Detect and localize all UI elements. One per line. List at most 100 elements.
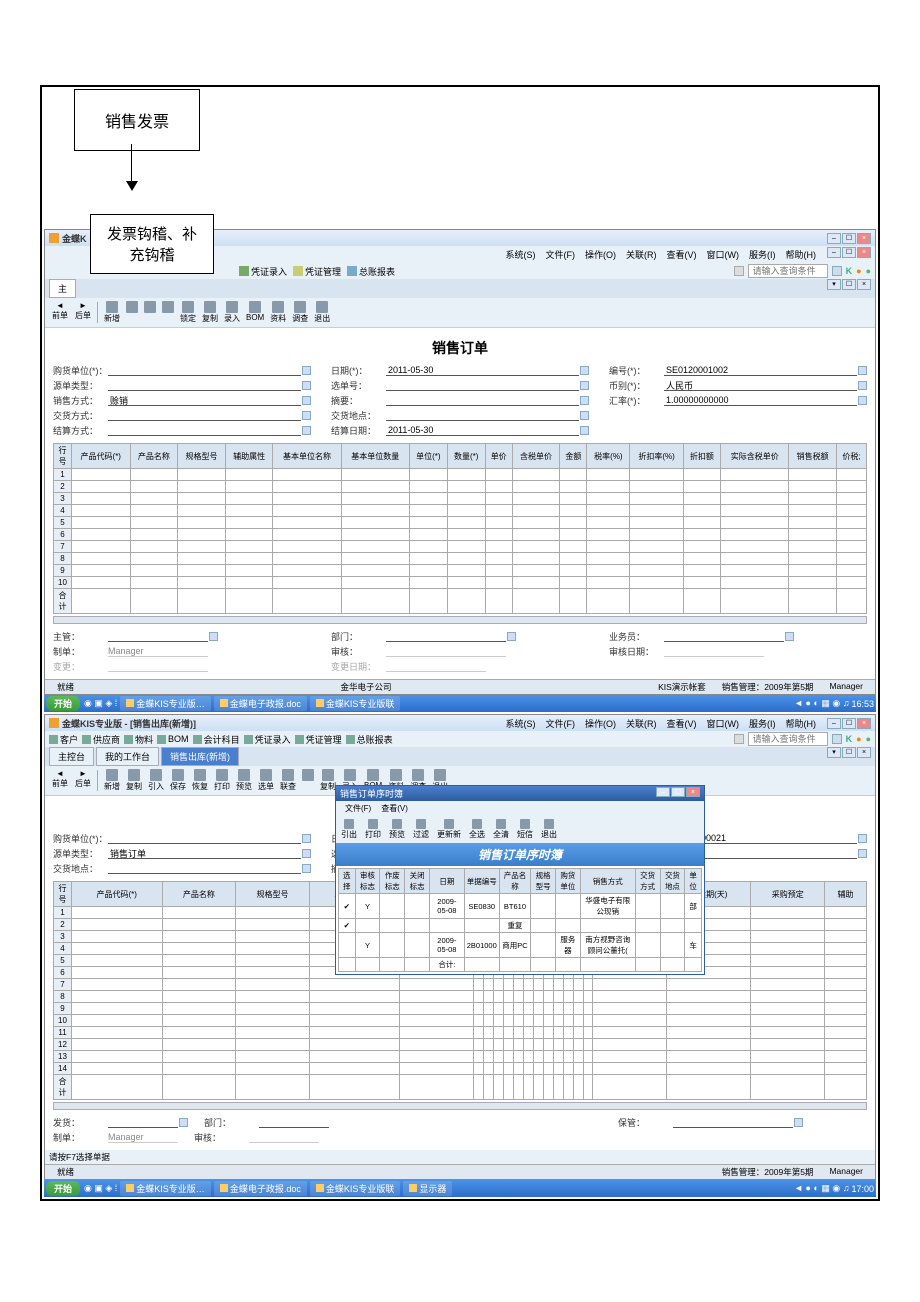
mdi-close[interactable]: × <box>857 247 871 258</box>
form-field[interactable] <box>108 848 301 859</box>
grid-row[interactable]: 7 <box>54 979 867 991</box>
grid-row[interactable]: 13 <box>54 1051 867 1063</box>
toolbar-button[interactable]: 联查 <box>277 768 299 793</box>
form-field[interactable] <box>386 380 579 391</box>
modal-tool-button[interactable]: 短信 <box>514 818 536 841</box>
grid-row[interactable]: 合计 <box>54 1075 867 1100</box>
modal-tool-button[interactable]: 更新新 <box>434 818 464 841</box>
modal-row[interactable]: ✔Y2009-05-08SE0830BT610华盛电子有限公现销部 <box>339 894 702 919</box>
grid-row[interactable]: 7 <box>54 541 867 553</box>
dropdown-button[interactable] <box>858 834 867 843</box>
form-field[interactable] <box>108 863 301 874</box>
menu-item[interactable]: 系统(S) <box>501 716 541 731</box>
modal-row[interactable]: 合计: <box>339 958 702 972</box>
search-input[interactable] <box>748 732 828 746</box>
dropdown-button[interactable] <box>580 426 589 435</box>
column-header[interactable]: 行号 <box>54 444 72 469</box>
grid-row[interactable]: 11 <box>54 1027 867 1039</box>
grid-row[interactable]: 1 <box>54 469 867 481</box>
menu-item[interactable]: 帮助(H) <box>781 247 822 262</box>
menu-item[interactable]: 系统(S) <box>501 247 541 262</box>
nav-item[interactable]: 物料 <box>124 733 153 746</box>
menu-item[interactable]: 关联(R) <box>621 247 662 262</box>
toolbar-button[interactable]: 预览 <box>233 768 255 793</box>
tab-main[interactable]: 主 <box>49 279 76 298</box>
toolbar-button[interactable]: BOM <box>243 300 267 325</box>
toolbar-button[interactable]: 打印 <box>211 768 233 793</box>
column-header[interactable]: 折扣额 <box>683 444 720 469</box>
modal-row[interactable]: ✔重复 <box>339 919 702 933</box>
menu-item[interactable]: 帮助(H) <box>781 716 822 731</box>
grid-row[interactable]: 10 <box>54 1015 867 1027</box>
toolbar-button[interactable]: 退出 <box>311 300 333 325</box>
menu-item[interactable]: 服务(I) <box>744 247 781 262</box>
column-header[interactable]: 折扣率(%) <box>630 444 683 469</box>
toolbar-button[interactable] <box>141 300 159 325</box>
form-field[interactable] <box>664 395 857 406</box>
grid-row[interactable]: 6 <box>54 529 867 541</box>
modal-tool-button[interactable]: 过滤 <box>410 818 432 841</box>
h-scrollbar[interactable] <box>53 616 867 624</box>
grid-row[interactable]: 9 <box>54 565 867 577</box>
nav-item[interactable]: 总账报表 <box>346 733 393 746</box>
column-header[interactable]: 辅助属性 <box>225 444 273 469</box>
grid-row[interactable]: 合计 <box>54 589 867 614</box>
grid-row[interactable]: 12 <box>54 1039 867 1051</box>
modal-column-header[interactable]: 购货单位 <box>555 869 580 894</box>
grid-row[interactable]: 8 <box>54 991 867 1003</box>
dropdown-button[interactable] <box>302 411 311 420</box>
start-button[interactable]: 开始 <box>46 1181 80 1196</box>
toolbar-button[interactable]: 锁定 <box>177 300 199 325</box>
dropdown-button[interactable] <box>302 864 311 873</box>
column-header[interactable]: 基本单位数量 <box>341 444 409 469</box>
column-header[interactable]: 单价 <box>485 444 512 469</box>
dropdown-button[interactable] <box>580 411 589 420</box>
column-header[interactable]: 销售税额 <box>789 444 837 469</box>
column-header[interactable]: 行号 <box>54 882 72 907</box>
menu-item[interactable]: 窗口(W) <box>702 716 745 731</box>
grid-row[interactable]: 10 <box>54 577 867 589</box>
column-header[interactable]: 规格型号 <box>178 444 226 469</box>
taskbar-item[interactable]: 金蝶电子政报.doc <box>214 1181 307 1196</box>
dropdown-button[interactable] <box>858 381 867 390</box>
nav-next-button[interactable]: ►后单 <box>72 300 94 325</box>
grid-row[interactable]: 4 <box>54 505 867 517</box>
column-header[interactable]: 实际含税单价 <box>721 444 789 469</box>
menu-item[interactable]: 窗口(W) <box>702 247 745 262</box>
modal-tool-button[interactable]: 打印 <box>362 818 384 841</box>
dropdown-button[interactable] <box>858 849 867 858</box>
modal-column-header[interactable]: 关闭标志 <box>405 869 430 894</box>
search-button[interactable] <box>832 734 842 744</box>
form-field[interactable] <box>386 365 579 376</box>
toolbar-button[interactable]: 资料 <box>267 300 289 325</box>
nav-item[interactable]: BOM <box>157 734 189 744</box>
modal-column-header[interactable]: 交货地点 <box>660 869 685 894</box>
modal-column-header[interactable]: 单位 <box>685 869 702 894</box>
search-input[interactable] <box>748 264 828 278</box>
toolbar-button[interactable]: 引入 <box>145 768 167 793</box>
dropdown-button[interactable] <box>858 396 867 405</box>
form-field[interactable] <box>664 380 857 391</box>
dropdown-button[interactable] <box>302 426 311 435</box>
column-header[interactable]: 产品代码(*) <box>72 882 163 907</box>
modal-column-header[interactable]: 交货方式 <box>635 869 660 894</box>
menu-item[interactable]: 操作(O) <box>580 716 621 731</box>
form-field[interactable] <box>108 380 301 391</box>
tab-delivery-new[interactable]: 销售出库(新增) <box>161 747 239 766</box>
form-field[interactable] <box>386 395 579 406</box>
column-header[interactable]: 产品名称 <box>162 882 236 907</box>
column-header[interactable]: 含税单价 <box>512 444 560 469</box>
nav-item[interactable]: 凭证录入 <box>244 733 291 746</box>
manager-field[interactable] <box>108 631 208 642</box>
dropdown-button[interactable] <box>858 366 867 375</box>
tab-console[interactable]: 主控台 <box>49 747 94 766</box>
start-button[interactable]: 开始 <box>46 696 80 711</box>
dropdown-button[interactable] <box>302 849 311 858</box>
dropdown-button[interactable] <box>302 366 311 375</box>
close-button[interactable]: × <box>857 233 871 244</box>
tab-workbench[interactable]: 我的工作台 <box>96 747 159 766</box>
modal-minimize[interactable]: – <box>656 787 670 797</box>
column-header[interactable]: 辅助 <box>825 882 867 907</box>
nav-item[interactable]: 供应商 <box>82 733 120 746</box>
grid-row[interactable]: 14 <box>54 1063 867 1075</box>
